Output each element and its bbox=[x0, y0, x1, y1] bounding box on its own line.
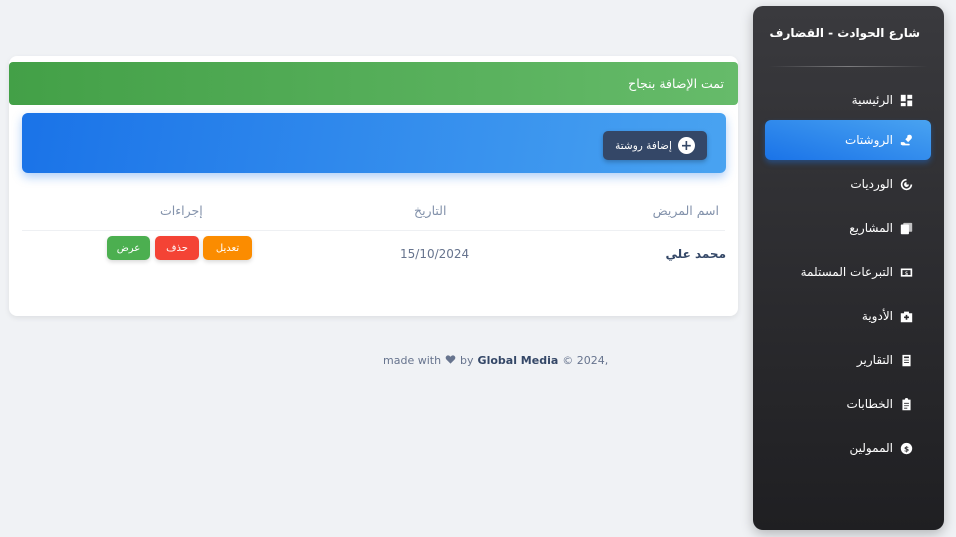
sidebar-item-funders[interactable]: $ الممولين bbox=[765, 428, 931, 468]
svg-text:$: $ bbox=[904, 270, 908, 276]
footer-brand-link[interactable]: Global Media bbox=[478, 354, 559, 367]
sidebar-divider bbox=[769, 66, 928, 67]
sidebar-item-shifts[interactable]: الورديات bbox=[765, 164, 931, 204]
sidebar: شارع الحوادث - القضارف الرئيسية الروشتات… bbox=[753, 6, 944, 530]
delete-button[interactable]: حذف bbox=[155, 236, 199, 260]
sidebar-item-label: الأدوية bbox=[861, 309, 893, 323]
dashboard-icon bbox=[899, 93, 913, 107]
header-banner: + إضافة روشتة bbox=[22, 113, 726, 173]
letters-icon bbox=[899, 397, 913, 411]
donations-icon: $ bbox=[899, 265, 913, 279]
sidebar-item-reports[interactable]: التقارير bbox=[765, 340, 931, 380]
sidebar-item-projects[interactable]: المشاريع bbox=[765, 208, 931, 248]
view-button[interactable]: عرض bbox=[107, 236, 150, 260]
footer-by: by bbox=[460, 354, 474, 367]
medicine-icon bbox=[899, 309, 913, 323]
add-prescription-button[interactable]: + إضافة روشتة bbox=[603, 131, 707, 160]
footer-made-with: made with bbox=[383, 354, 442, 367]
footer-copyright: © 2024, bbox=[562, 354, 609, 367]
sidebar-item-home[interactable]: الرئيسية bbox=[765, 80, 931, 120]
sidebar-item-medicines[interactable]: الأدوية bbox=[765, 296, 931, 336]
heart-icon bbox=[445, 354, 456, 367]
sidebar-brand[interactable]: شارع الحوادث - القضارف bbox=[770, 26, 920, 40]
sidebar-item-label: الرئيسية bbox=[851, 93, 893, 107]
footer: made with by Global Media © 2024, bbox=[383, 354, 608, 367]
prescription-icon bbox=[899, 133, 913, 147]
sidebar-item-label: المشاريع bbox=[849, 221, 893, 235]
column-header-patient-name: اسم المريض bbox=[652, 203, 719, 218]
sidebar-item-letters[interactable]: الخطابات bbox=[765, 384, 931, 424]
sidebar-item-label: الورديات bbox=[850, 177, 893, 191]
date-cell: 15/10/2024 bbox=[400, 247, 470, 261]
sidebar-item-label: الروشتات bbox=[844, 133, 893, 147]
add-prescription-label: إضافة روشتة bbox=[615, 139, 672, 152]
projects-icon bbox=[899, 221, 913, 235]
funders-icon: $ bbox=[899, 441, 913, 455]
column-header-date: التاريخ bbox=[414, 203, 447, 218]
sidebar-item-label: الممولين bbox=[849, 441, 893, 455]
svg-text:$: $ bbox=[903, 444, 908, 453]
sidebar-item-label: التبرعات المستلمة bbox=[800, 265, 893, 279]
reports-icon bbox=[899, 353, 913, 367]
sidebar-item-prescriptions[interactable]: الروشتات bbox=[765, 120, 931, 160]
column-header-actions: إجراءات bbox=[160, 203, 203, 218]
patient-name-cell: محمد علي bbox=[665, 247, 726, 261]
plus-circle-icon: + bbox=[677, 137, 695, 154]
sidebar-item-donations[interactable]: $ التبرعات المستلمة bbox=[765, 252, 931, 292]
alert-message: تمت الإضافة بنجاح bbox=[628, 76, 724, 91]
prescriptions-card: تمت الإضافة بنجاح + إضافة روشتة اسم المر… bbox=[9, 56, 738, 316]
edit-button[interactable]: تعديل bbox=[203, 236, 252, 260]
table-divider bbox=[22, 230, 725, 231]
success-alert: تمت الإضافة بنجاح bbox=[9, 62, 738, 105]
shift-icon bbox=[899, 177, 913, 191]
sidebar-item-label: التقارير bbox=[856, 353, 893, 367]
sidebar-item-label: الخطابات bbox=[846, 397, 893, 411]
